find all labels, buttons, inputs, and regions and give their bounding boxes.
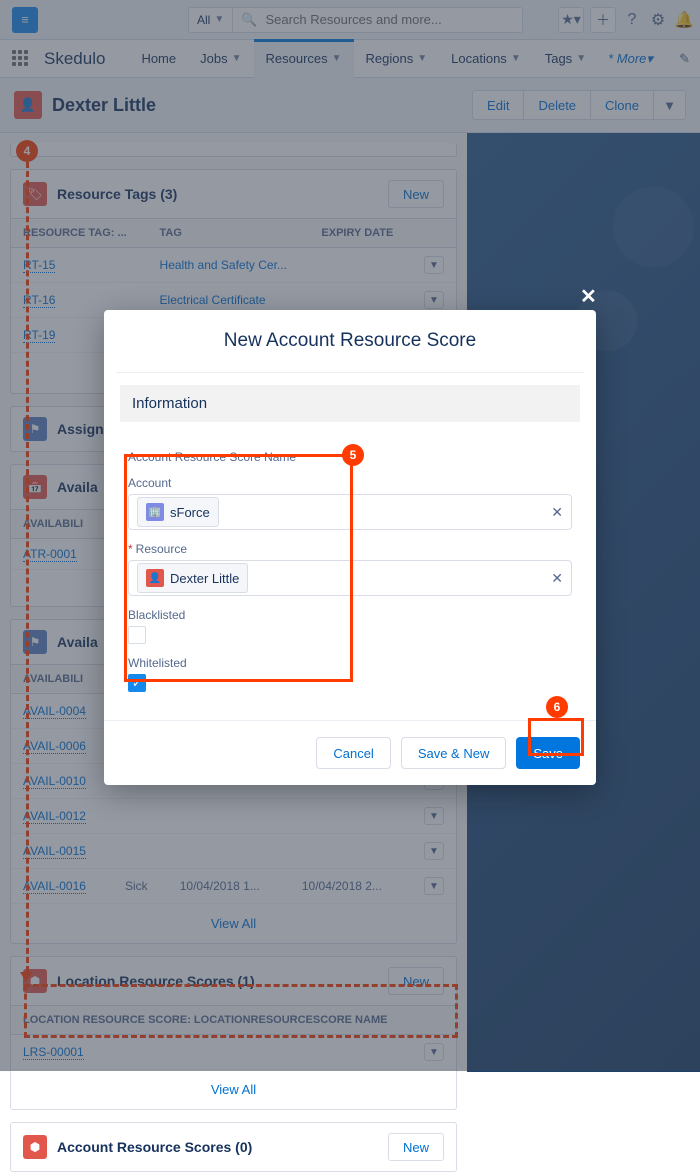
resource-value: Dexter Little — [170, 571, 239, 586]
new-account-resource-score-modal: New Account Resource Score Information A… — [104, 310, 596, 785]
remove-icon[interactable]: ✕ — [551, 570, 563, 587]
annotation-badge-5: 5 — [342, 444, 364, 466]
resource-label: Resource — [128, 542, 572, 556]
account-label: Account — [128, 476, 572, 490]
score-icon: ⬢ — [23, 1135, 47, 1159]
new-button[interactable]: New — [388, 1133, 444, 1161]
card-title: Account Resource Scores (0) — [57, 1139, 252, 1155]
resource-lookup[interactable]: 👤 Dexter Little ✕ — [128, 560, 572, 596]
save-button[interactable]: Save — [516, 737, 580, 769]
blacklisted-checkbox[interactable] — [128, 626, 146, 644]
view-all-link[interactable]: View All — [11, 1070, 456, 1109]
remove-icon[interactable]: ✕ — [551, 504, 563, 521]
whitelisted-label: Whitelisted — [128, 656, 572, 670]
close-icon[interactable]: ✕ — [580, 284, 597, 309]
account-value: sForce — [170, 505, 210, 520]
section-header: Information — [120, 385, 580, 422]
resource-pill: 👤 Dexter Little — [137, 563, 248, 593]
account-lookup[interactable]: 🏢 sForce ✕ — [128, 494, 572, 530]
save-and-new-button[interactable]: Save & New — [401, 737, 507, 769]
annotation-badge-6: 6 — [546, 696, 568, 718]
whitelisted-checkbox[interactable]: ✓ — [128, 674, 146, 692]
account-scores-card: ⬢ Account Resource Scores (0) New — [10, 1122, 457, 1172]
account-icon: 🏢 — [146, 503, 164, 521]
cancel-button[interactable]: Cancel — [316, 737, 390, 769]
account-pill: 🏢 sForce — [137, 497, 219, 527]
resource-icon: 👤 — [146, 569, 164, 587]
blacklisted-label: Blacklisted — [128, 608, 572, 622]
modal-title: New Account Resource Score — [104, 310, 596, 372]
